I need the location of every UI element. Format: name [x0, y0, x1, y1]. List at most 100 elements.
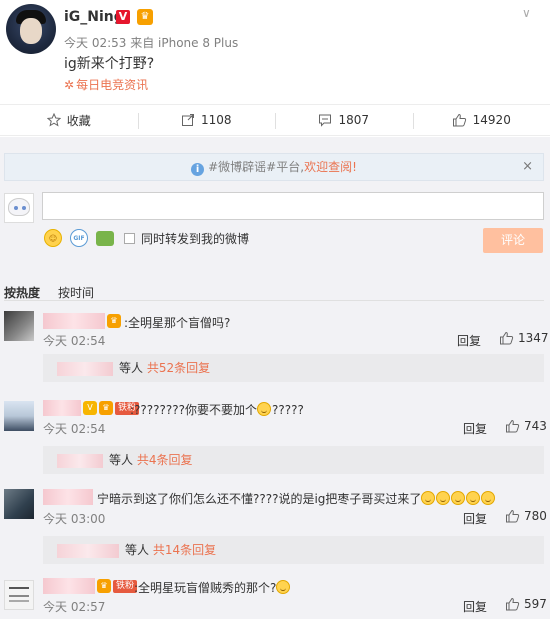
comment-input[interactable]	[42, 192, 544, 220]
notice-link[interactable]: 欢迎查阅!	[304, 160, 357, 174]
like-button[interactable]: 14920	[412, 105, 550, 135]
post-meta: 今天 02:53 来自 iPhone 8 Plus	[64, 36, 239, 50]
my-avatar-head	[8, 198, 30, 216]
comment-time: 今天 02:54	[43, 422, 106, 436]
commenter-name-blurred[interactable]	[43, 313, 105, 329]
notice-text: #微博辟谣#平台,	[208, 160, 305, 174]
emoji-icon	[421, 491, 436, 505]
comment-like-button[interactable]: 597	[505, 597, 547, 611]
comment-text-main: :????????你要不要加个	[130, 403, 257, 417]
post-source-link[interactable]: ✲ 每日电竞资讯	[64, 76, 148, 93]
sub-reply-suffix: 等人	[125, 543, 150, 557]
repost-count: 1108	[200, 113, 232, 127]
like-icon	[506, 419, 520, 433]
sub-reply-summary[interactable]: 等人 共52条回复	[43, 354, 544, 382]
info-icon: i	[191, 163, 205, 176]
comment-text: 宁暗示到这了你们怎么还不懂????说的是ig把枣子哥买过来了	[97, 490, 496, 507]
like-icon	[452, 113, 466, 127]
commenter-avatar[interactable]	[4, 401, 34, 431]
sub-reply-total[interactable]: 共14条回复	[153, 543, 216, 557]
reply-button[interactable]: 回复	[463, 598, 487, 615]
image-icon[interactable]	[96, 230, 114, 246]
favorite-label: 收藏	[66, 113, 91, 128]
like-icon	[500, 331, 514, 345]
crown-icon: ♛	[107, 314, 121, 328]
rumor-notice: i #微博辟谣#平台,欢迎查阅! ×	[4, 153, 544, 181]
reply-button[interactable]: 回复	[463, 420, 487, 437]
comment-time: 今天 02:57	[43, 600, 106, 614]
submit-comment-button[interactable]: 评论	[483, 228, 543, 253]
comment-count: 1807	[338, 113, 370, 127]
comment-like-button[interactable]: 780	[505, 509, 547, 523]
share-checkbox[interactable]	[124, 232, 135, 244]
author-avatar[interactable]	[6, 4, 56, 54]
comment-text-tail: ?????	[272, 403, 304, 417]
like-icon	[506, 509, 520, 523]
comment-text: :????????你要不要加个?????	[130, 401, 304, 418]
commenter-avatar[interactable]	[4, 580, 34, 610]
sub-reply-names-blurred	[57, 543, 119, 558]
comment-time: 今天 02:54	[43, 334, 106, 348]
commenter-name-blurred[interactable]	[43, 400, 81, 416]
crown-icon: ♛	[137, 9, 153, 25]
post-menu-chevron-icon[interactable]: ∨	[522, 6, 531, 20]
like-icon	[506, 597, 520, 611]
action-bar: 收藏 1108 1807 14920	[0, 104, 550, 136]
close-icon[interactable]: ×	[522, 154, 533, 180]
commenter-avatar[interactable]	[4, 489, 34, 519]
comment-like-count: 597	[524, 597, 547, 611]
comment-time: 今天 03:00	[43, 512, 106, 526]
comment-text-main: 宁暗示到这了你们怎么还不懂????说的是ig把枣子哥买过来了	[97, 492, 422, 506]
comment-text: :全明星那个盲僧吗?	[124, 316, 231, 330]
comment-button[interactable]: 1807	[275, 105, 413, 135]
reply-button[interactable]: 回复	[463, 510, 487, 527]
commenter-name-blurred[interactable]	[43, 489, 93, 505]
crown-icon: ♛	[97, 579, 111, 593]
tab-sort-time[interactable]: 按时间	[58, 284, 94, 301]
crown-icon: ♛	[99, 401, 113, 415]
sub-reply-suffix: 等人	[109, 453, 134, 467]
my-avatar[interactable]	[4, 193, 34, 223]
comment-like-button[interactable]: 743	[505, 419, 547, 433]
comment-like-count: 1347	[518, 331, 549, 345]
author-username[interactable]: iG_Ning	[64, 9, 124, 25]
share-icon	[181, 114, 194, 126]
comment-like-count: 743	[524, 419, 547, 433]
verified-icon: V	[116, 10, 130, 24]
comment-panel: i #微博辟谣#平台,欢迎查阅! × ☺ GIF 同时转发到我的微博 评论 按热度…	[0, 137, 550, 619]
sub-reply-suffix: 等人	[119, 361, 144, 375]
sub-reply-total[interactable]: 共52条回复	[147, 361, 210, 375]
star-icon	[46, 113, 61, 127]
emoji-icon	[451, 491, 466, 505]
sub-reply-summary[interactable]: 等人 共14条回复	[43, 536, 544, 564]
sub-reply-names-blurred	[57, 453, 103, 468]
emoji-icon	[466, 491, 481, 505]
commenter-badges: ♛	[107, 314, 123, 328]
composer-tools: ☺ GIF 同时转发到我的微博	[44, 229, 249, 247]
sub-reply-names-blurred	[57, 361, 113, 376]
commenter-badges: ♛ 铁粉	[97, 579, 138, 593]
emoji-icon	[276, 580, 291, 594]
sub-reply-total[interactable]: 共4条回复	[137, 453, 193, 467]
repost-button[interactable]: 1108	[137, 105, 276, 135]
commenter-name-blurred[interactable]	[43, 578, 95, 594]
comment-icon	[319, 114, 332, 127]
emoji-icon	[436, 491, 451, 505]
avatar-face	[20, 18, 42, 44]
gif-icon[interactable]: GIF	[70, 229, 88, 247]
share-checkbox-label: 同时转发到我的微博	[141, 231, 250, 246]
comment-text: :全明星玩盲僧贼秀的那个?	[134, 579, 291, 596]
emoji-icon	[257, 402, 271, 416]
comment-like-button[interactable]: 1347	[499, 331, 549, 345]
commenter-avatar[interactable]	[4, 311, 34, 341]
reply-button[interactable]: 回复	[457, 332, 481, 349]
favorite-button[interactable]: 收藏	[0, 105, 138, 135]
tab-sort-hot[interactable]: 按热度	[4, 284, 40, 301]
emoji-icon	[481, 491, 496, 505]
source-icon: ✲	[64, 78, 75, 92]
post-source-label: 每日电竞资讯	[76, 78, 149, 92]
comment-text-main: :全明星玩盲僧贼秀的那个?	[134, 581, 277, 595]
sub-reply-summary[interactable]: 等人 共4条回复	[43, 446, 544, 474]
verified-icon: V	[83, 401, 97, 415]
emoji-icon[interactable]: ☺	[44, 229, 62, 247]
